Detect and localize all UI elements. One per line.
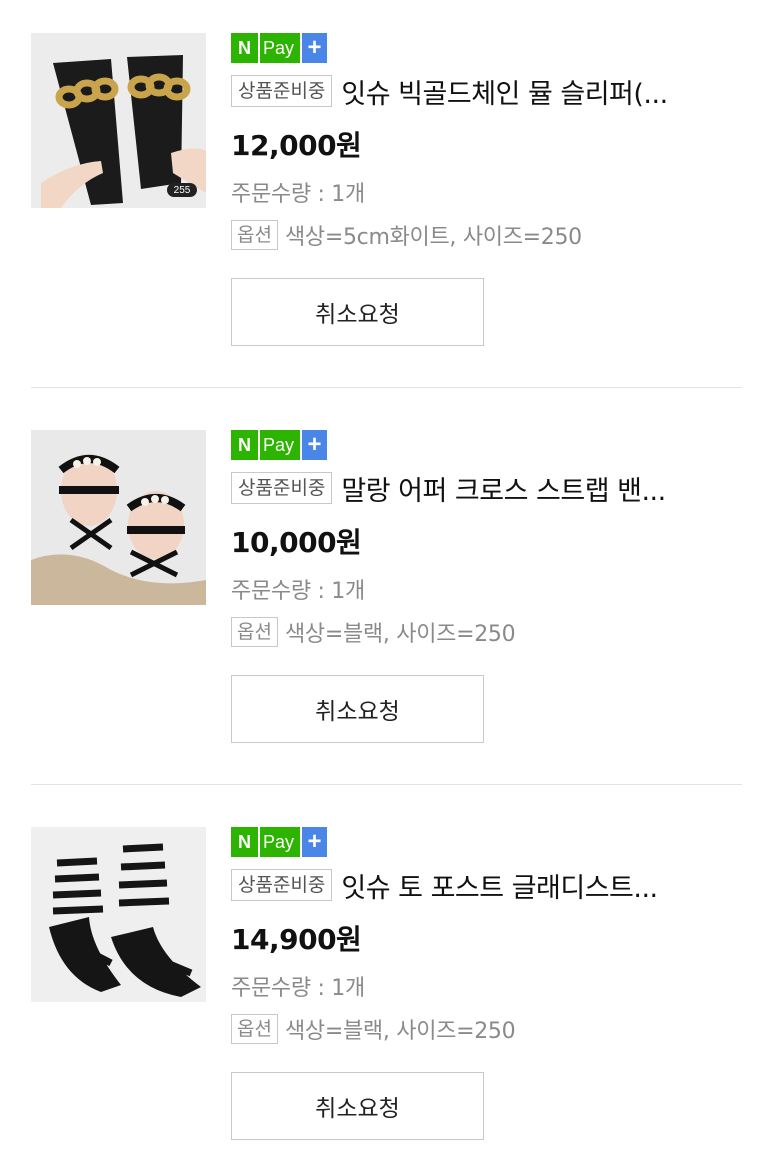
- product-thumbnail-cross-strap-sandal[interactable]: [31, 430, 206, 605]
- option-row: 옵션 색상=블랙, 사이즈=250: [231, 1013, 516, 1045]
- product-title-row[interactable]: 상품준비중 잇슈 빅골드체인 뮬 슬리퍼(...: [231, 72, 751, 111]
- order-quantity: 주문수량 : 1개: [231, 579, 365, 604]
- option-value: 색상=블랙, 사이즈=250: [284, 1019, 516, 1044]
- option-value: 색상=5cm화이트, 사이즈=250: [284, 225, 582, 250]
- npay-n-mark: N: [231, 33, 258, 63]
- status-badge: 상품준비중: [231, 472, 333, 504]
- option-badge: 옵션: [231, 220, 278, 250]
- divider: [31, 387, 742, 388]
- npay-pay-text: Pay: [258, 430, 301, 460]
- npay-pay-text: Pay: [258, 33, 301, 63]
- product-thumbnail-chain-slipper[interactable]: 255: [31, 33, 206, 208]
- npay-plus-icon: N Pay +: [231, 430, 328, 460]
- product-name[interactable]: 잇슈 토 포스트 글래디스트...: [341, 866, 657, 905]
- npay-plus-mark: +: [300, 430, 328, 460]
- status-badge: 상품준비중: [231, 75, 333, 107]
- option-badge: 옵션: [231, 1014, 278, 1044]
- npay-plus-icon: N Pay +: [231, 827, 328, 857]
- product-name[interactable]: 말랑 어퍼 크로스 스트랩 밴...: [341, 469, 665, 508]
- option-value: 색상=블랙, 사이즈=250: [284, 622, 516, 647]
- npay-plus-icon: N Pay +: [231, 33, 328, 63]
- image-size-badge: 255: [173, 184, 191, 196]
- status-badge: 상품준비중: [231, 869, 333, 901]
- product-title-row[interactable]: 상품준비중 말랑 어퍼 크로스 스트랩 밴...: [231, 469, 751, 508]
- product-name[interactable]: 잇슈 빅골드체인 뮬 슬리퍼(...: [341, 72, 667, 111]
- order-item: N Pay + 상품준비중 말랑 어퍼 크로스 스트랩 밴... 10,000원…: [0, 397, 773, 794]
- gladiator-sandal-image: [31, 827, 206, 1002]
- option-badge: 옵션: [231, 617, 278, 647]
- order-item: 255 N Pay + 상품준비중 잇슈 빅골드체인 뮬 슬리퍼(... 12,…: [0, 0, 773, 397]
- cross-strap-sandal-image: [31, 430, 206, 605]
- product-price: 10,000원: [231, 526, 362, 559]
- product-title-row[interactable]: 상품준비중 잇슈 토 포스트 글래디스트...: [231, 866, 751, 905]
- npay-n-mark: N: [231, 827, 258, 857]
- order-item: N Pay + 상품준비중 잇슈 토 포스트 글래디스트... 14,900원 …: [0, 794, 773, 1166]
- order-quantity: 주문수량 : 1개: [231, 976, 365, 1001]
- npay-plus-mark: +: [300, 33, 328, 63]
- divider: [31, 784, 742, 785]
- option-row: 옵션 색상=블랙, 사이즈=250: [231, 616, 516, 648]
- order-quantity: 주문수량 : 1개: [231, 182, 365, 207]
- cancel-request-button[interactable]: 취소요청: [231, 675, 484, 743]
- cancel-request-button[interactable]: 취소요청: [231, 1072, 484, 1140]
- product-price: 12,000원: [231, 129, 362, 162]
- npay-n-mark: N: [231, 430, 258, 460]
- npay-plus-mark: +: [300, 827, 328, 857]
- chain-slipper-image: [31, 33, 206, 208]
- product-thumbnail-gladiator-sandal[interactable]: [31, 827, 206, 1002]
- product-price: 14,900원: [231, 923, 362, 956]
- cancel-request-button[interactable]: 취소요청: [231, 278, 484, 346]
- npay-pay-text: Pay: [258, 827, 301, 857]
- option-row: 옵션 색상=5cm화이트, 사이즈=250: [231, 219, 582, 251]
